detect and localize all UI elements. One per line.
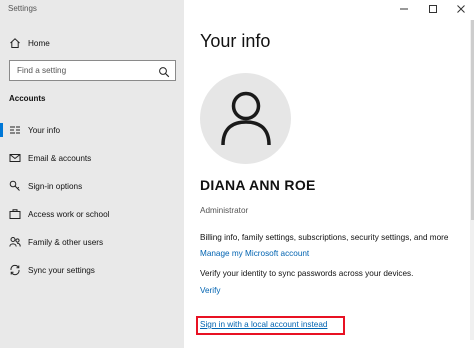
maximize-button[interactable]: [425, 2, 441, 16]
page-title: Your info: [200, 31, 271, 51]
minimize-icon: [400, 8, 408, 10]
sidebar-home-label: Home: [28, 38, 50, 48]
sidebar-item-your-info[interactable]: Your info: [0, 119, 184, 141]
maximize-icon: [429, 5, 437, 13]
home-icon: [9, 37, 21, 49]
people-icon: [9, 236, 21, 248]
close-icon: [457, 5, 465, 13]
search-icon[interactable]: [158, 65, 170, 78]
verify-description: Verify your identity to sync passwords a…: [200, 269, 414, 278]
user-card-icon: [9, 124, 21, 136]
minimize-button[interactable]: [396, 2, 412, 16]
billing-description: Billing info, family settings, subscript…: [200, 233, 449, 242]
sidebar-item-family-users[interactable]: Family & other users: [0, 231, 184, 253]
sidebar-item-sign-in-options[interactable]: Sign-in options: [0, 175, 184, 197]
person-icon: [220, 91, 271, 145]
sidebar-item-sync-settings[interactable]: Sync your settings: [0, 259, 184, 281]
sidebar-item-label: Email & accounts: [28, 153, 92, 163]
sidebar-item-label: Sync your settings: [28, 265, 95, 275]
sidebar-item-label: Sign-in options: [28, 181, 83, 191]
avatar[interactable]: [200, 73, 291, 164]
local-account-link[interactable]: Sign in with a local account instead: [200, 320, 327, 329]
key-icon: [9, 180, 21, 192]
sidebar-item-label: Family & other users: [28, 237, 104, 247]
window-title: Settings: [8, 4, 37, 13]
selected-indicator: [0, 123, 3, 137]
sidebar-item-access-work[interactable]: Access work or school: [0, 203, 184, 225]
sidebar: Settings Home Find a setting Accounts Yo…: [0, 0, 184, 348]
main-content: Your info DIANA ANN ROE Administrator Bi…: [184, 0, 474, 348]
manage-account-link[interactable]: Manage my Microsoft account: [200, 249, 309, 258]
mail-icon: [9, 152, 21, 164]
user-role: Administrator: [200, 206, 249, 215]
search-input[interactable]: Find a setting: [9, 60, 176, 81]
verify-link[interactable]: Verify: [200, 286, 220, 295]
sync-icon: [9, 264, 21, 276]
close-button[interactable]: [453, 2, 469, 16]
user-name: DIANA ANN ROE: [200, 177, 316, 193]
briefcase-icon: [9, 208, 21, 220]
search-placeholder: Find a setting: [17, 66, 67, 75]
sidebar-item-email-accounts[interactable]: Email & accounts: [0, 147, 184, 169]
section-label-accounts: Accounts: [9, 94, 46, 103]
sidebar-item-label: Your info: [28, 125, 61, 135]
sidebar-item-label: Access work or school: [28, 209, 110, 219]
sidebar-item-home[interactable]: Home: [0, 32, 184, 54]
